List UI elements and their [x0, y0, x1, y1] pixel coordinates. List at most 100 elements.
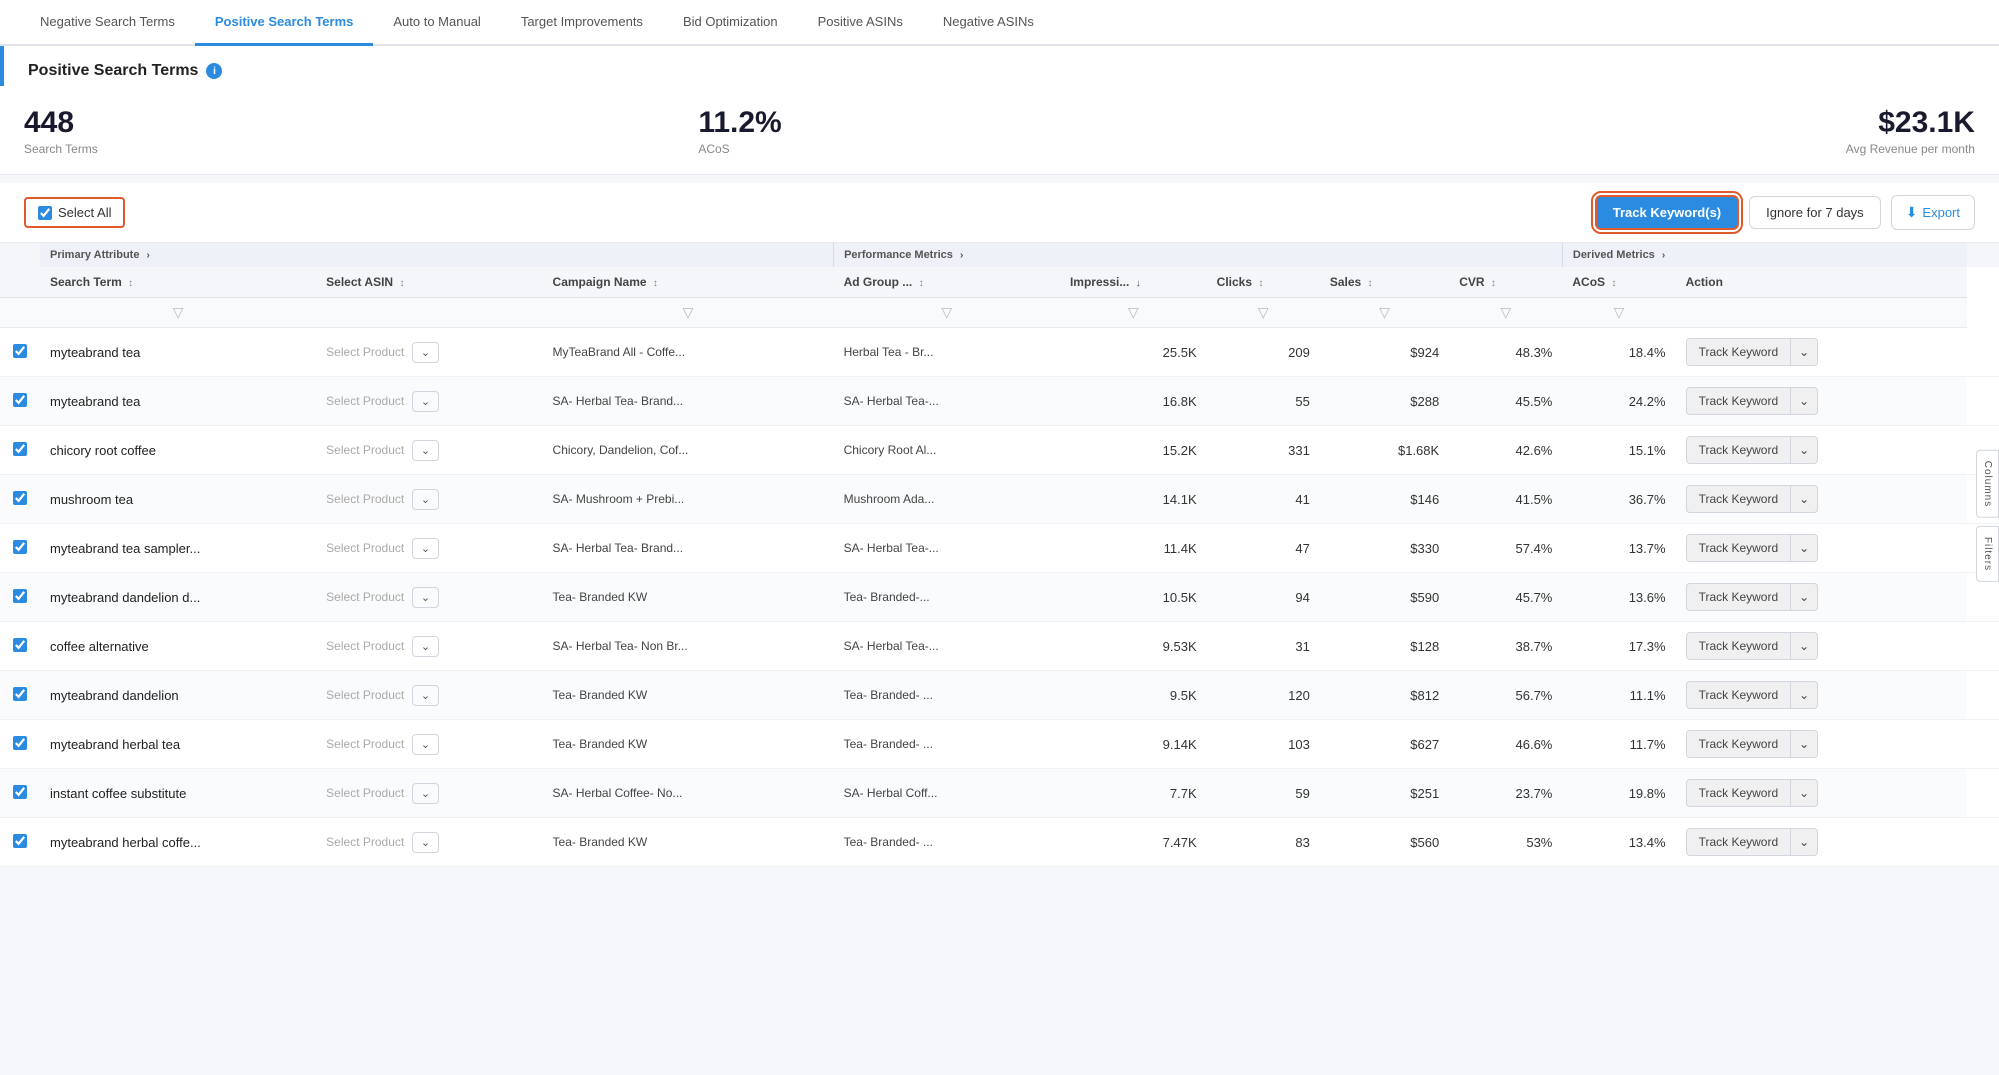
asin-dropdown-btn[interactable]: ⌄ [412, 685, 439, 706]
tab-positive-search-terms[interactable]: Positive Search Terms [195, 0, 374, 46]
tab-bid-optimization[interactable]: Bid Optimization [663, 0, 798, 46]
track-keyword-dropdown-button[interactable]: ⌄ [1791, 485, 1818, 513]
row-select-asin[interactable]: Select Product ⌄ [316, 377, 542, 426]
track-keyword-button[interactable]: Track Keyword [1686, 485, 1792, 513]
select-all-container[interactable]: Select All [24, 197, 125, 228]
track-keyword-button[interactable]: Track Keyword [1686, 632, 1792, 660]
row-checkbox[interactable] [13, 687, 27, 701]
track-keyword-dropdown-button[interactable]: ⌄ [1791, 436, 1818, 464]
row-select-cell[interactable] [0, 573, 40, 622]
track-keyword-button[interactable]: Track Keyword [1686, 583, 1792, 611]
asin-dropdown-btn[interactable]: ⌄ [412, 391, 439, 412]
asin-dropdown-btn[interactable]: ⌄ [412, 832, 439, 853]
track-keyword-dropdown-button[interactable]: ⌄ [1791, 583, 1818, 611]
row-select-asin[interactable]: Select Product ⌄ [316, 622, 542, 671]
asin-dropdown-btn[interactable]: ⌄ [412, 734, 439, 755]
filter-icon-search-term[interactable]: ▽ [173, 304, 184, 320]
tab-auto-to-manual[interactable]: Auto to Manual [373, 0, 500, 46]
track-keyword-button[interactable]: Track Keyword [1686, 730, 1792, 758]
track-keyword-button[interactable]: Track Keyword [1686, 828, 1792, 856]
row-select-cell[interactable] [0, 426, 40, 475]
row-action[interactable]: Track Keyword ⌄ [1676, 671, 1967, 720]
filter-icon-sales[interactable]: ▽ [1379, 304, 1390, 320]
row-checkbox[interactable] [13, 736, 27, 750]
col-header-campaign-name[interactable]: Campaign Name ↕ [543, 267, 834, 298]
tab-negative-asins[interactable]: Negative ASINs [923, 0, 1054, 46]
track-keyword-button[interactable]: Track Keyword [1686, 779, 1792, 807]
asin-dropdown-btn[interactable]: ⌄ [412, 440, 439, 461]
tab-negative-search-terms[interactable]: Negative Search Terms [20, 0, 195, 46]
track-keyword-button[interactable]: Track Keyword [1686, 387, 1792, 415]
track-keyword-button[interactable]: Track Keyword [1686, 534, 1792, 562]
row-select-cell[interactable] [0, 475, 40, 524]
track-keyword-button[interactable]: Track Keyword [1686, 436, 1792, 464]
col-header-clicks[interactable]: Clicks ↕ [1207, 267, 1320, 298]
row-action[interactable]: Track Keyword ⌄ [1676, 769, 1967, 818]
row-checkbox[interactable] [13, 491, 27, 505]
col-header-cvr[interactable]: CVR ↕ [1449, 267, 1562, 298]
tab-target-improvements[interactable]: Target Improvements [501, 0, 663, 46]
row-select-cell[interactable] [0, 769, 40, 818]
row-select-asin[interactable]: Select Product ⌄ [316, 769, 542, 818]
row-action[interactable]: Track Keyword ⌄ [1676, 426, 1967, 475]
asin-dropdown-btn[interactable]: ⌄ [412, 538, 439, 559]
row-checkbox[interactable] [13, 540, 27, 554]
filter-icon-campaign[interactable]: ▽ [683, 304, 694, 320]
col-header-sales[interactable]: Sales ↕ [1320, 267, 1449, 298]
row-select-asin[interactable]: Select Product ⌄ [316, 720, 542, 769]
row-select-asin[interactable]: Select Product ⌄ [316, 426, 542, 475]
track-keyword-dropdown-button[interactable]: ⌄ [1791, 779, 1818, 807]
row-action[interactable]: Track Keyword ⌄ [1676, 475, 1967, 524]
col-header-acos[interactable]: ACoS ↕ [1562, 267, 1675, 298]
row-select-cell[interactable] [0, 671, 40, 720]
row-checkbox[interactable] [13, 638, 27, 652]
row-select-asin[interactable]: Select Product ⌄ [316, 671, 542, 720]
row-action[interactable]: Track Keyword ⌄ [1676, 377, 1967, 426]
track-keyword-dropdown-button[interactable]: ⌄ [1791, 387, 1818, 415]
col-header-impressions[interactable]: Impressi... ↓ [1060, 267, 1207, 298]
filter-icon-impressions[interactable]: ▽ [1128, 304, 1139, 320]
col-header-search-term[interactable]: Search Term ↕ [40, 267, 316, 298]
row-action[interactable]: Track Keyword ⌄ [1676, 720, 1967, 769]
track-keyword-dropdown-button[interactable]: ⌄ [1791, 338, 1818, 366]
col-header-ad-group[interactable]: Ad Group ... ↕ [834, 267, 1060, 298]
row-select-asin[interactable]: Select Product ⌄ [316, 524, 542, 573]
row-select-cell[interactable] [0, 328, 40, 377]
row-checkbox[interactable] [13, 344, 27, 358]
row-select-asin[interactable]: Select Product ⌄ [316, 573, 542, 622]
row-checkbox[interactable] [13, 834, 27, 848]
row-select-cell[interactable] [0, 818, 40, 867]
filter-icon-acos[interactable]: ▽ [1614, 304, 1625, 320]
filters-side-button[interactable]: Filters [1976, 526, 1999, 582]
info-icon[interactable]: i [206, 63, 222, 79]
filter-icon-clicks[interactable]: ▽ [1258, 304, 1269, 320]
asin-dropdown-btn[interactable]: ⌄ [412, 783, 439, 804]
row-select-cell[interactable] [0, 720, 40, 769]
filter-icon-ad-group[interactable]: ▽ [941, 304, 952, 320]
asin-dropdown-btn[interactable]: ⌄ [412, 489, 439, 510]
columns-side-button[interactable]: Columns [1976, 450, 1999, 518]
row-checkbox[interactable] [13, 589, 27, 603]
asin-dropdown-btn[interactable]: ⌄ [412, 342, 439, 363]
track-keyword-button[interactable]: Track Keyword [1686, 681, 1792, 709]
asin-dropdown-btn[interactable]: ⌄ [412, 587, 439, 608]
track-keywords-button[interactable]: Track Keyword(s) [1595, 195, 1739, 230]
track-keyword-dropdown-button[interactable]: ⌄ [1791, 681, 1818, 709]
row-action[interactable]: Track Keyword ⌄ [1676, 818, 1967, 867]
select-all-checkbox[interactable] [38, 206, 52, 220]
tab-positive-asins[interactable]: Positive ASINs [798, 0, 923, 46]
track-keyword-dropdown-button[interactable]: ⌄ [1791, 730, 1818, 758]
track-keyword-dropdown-button[interactable]: ⌄ [1791, 534, 1818, 562]
row-action[interactable]: Track Keyword ⌄ [1676, 328, 1967, 377]
row-select-asin[interactable]: Select Product ⌄ [316, 475, 542, 524]
row-select-cell[interactable] [0, 622, 40, 671]
row-action[interactable]: Track Keyword ⌄ [1676, 622, 1967, 671]
asin-dropdown-btn[interactable]: ⌄ [412, 636, 439, 657]
ignore-7-days-button[interactable]: Ignore for 7 days [1749, 196, 1881, 229]
row-action[interactable]: Track Keyword ⌄ [1676, 524, 1967, 573]
row-select-cell[interactable] [0, 377, 40, 426]
row-select-asin[interactable]: Select Product ⌄ [316, 328, 542, 377]
row-select-cell[interactable] [0, 524, 40, 573]
row-select-asin[interactable]: Select Product ⌄ [316, 818, 542, 867]
row-checkbox[interactable] [13, 442, 27, 456]
